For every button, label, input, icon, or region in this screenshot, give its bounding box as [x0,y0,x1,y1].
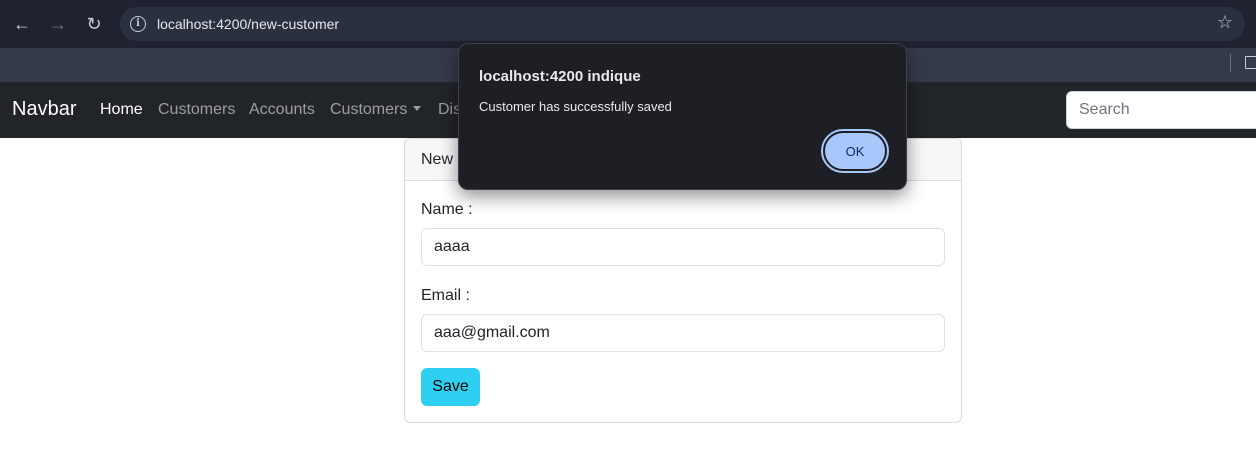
name-label: Name : [421,201,473,218]
search-input[interactable] [1066,91,1256,129]
nav-link-home[interactable]: Home [100,101,143,119]
info-icon[interactable]: i [130,16,146,32]
arrow-right-icon[interactable]: → [46,12,70,36]
name-input[interactable] [421,228,945,266]
dialog-message: Customer has successfully saved [479,99,672,114]
address-bar[interactable]: i localhost:4200/new-customer ☆ [120,7,1245,41]
nav-link-customers[interactable]: Customers [158,101,235,119]
save-button[interactable]: Save [421,368,480,406]
browser-toolbar: ← → ↻ i localhost:4200/new-customer ☆ [0,0,1256,48]
folder-icon[interactable] [1245,56,1256,69]
ok-button[interactable]: OK [821,129,889,173]
nav-dropdown-customers[interactable]: Customers [330,101,422,119]
navbar-brand[interactable]: Navbar [12,98,76,121]
arrow-left-icon[interactable]: ← [10,12,34,36]
dialog-title: localhost:4200 indique [479,68,641,85]
alert-dialog: localhost:4200 indique Customer has succ… [458,43,907,190]
nav-link-accounts[interactable]: Accounts [249,101,315,119]
caret-down-icon [413,106,422,111]
nav-dropdown-label: Customers [330,101,408,118]
reload-icon[interactable]: ↻ [82,12,106,36]
email-label: Email : [421,287,470,304]
bookmarks-divider [1230,54,1231,72]
email-input[interactable] [421,314,945,352]
star-icon[interactable]: ☆ [1217,12,1233,33]
url-text[interactable]: localhost:4200/new-customer [157,16,339,32]
